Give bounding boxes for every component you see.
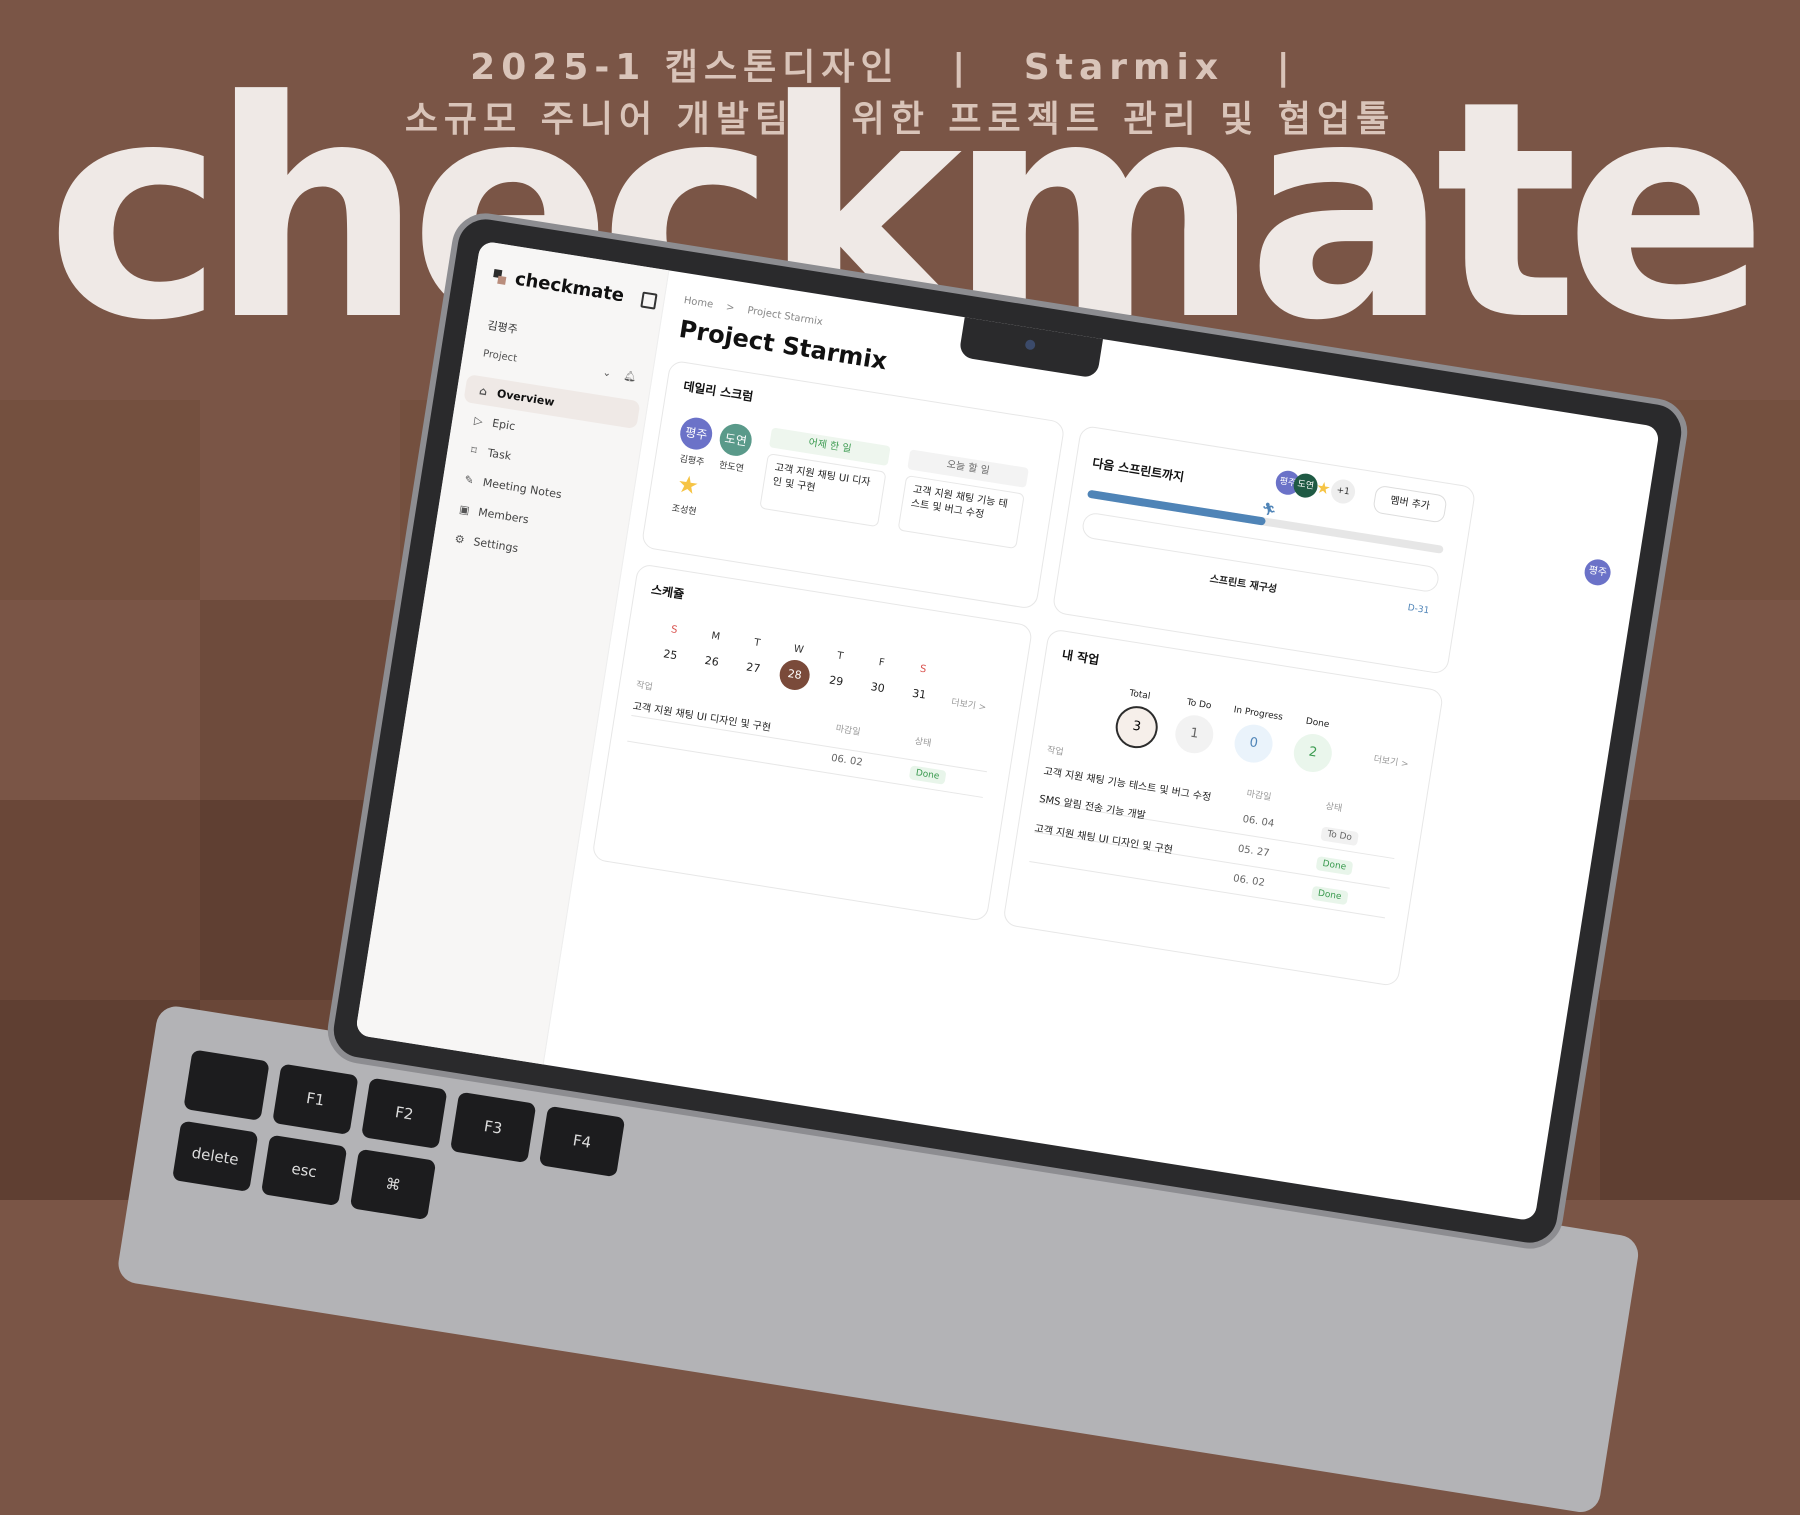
project-header: Project ⌄ 🔔︎ (482, 348, 637, 383)
dday-label: D-31 (1406, 603, 1430, 617)
col-status: 상태 (1324, 801, 1343, 815)
calendar-date[interactable]: 25 (653, 638, 687, 672)
status-badge: Done (1310, 885, 1349, 906)
more-link[interactable]: 더보기 > (950, 695, 987, 713)
status-badge: Done (908, 765, 947, 785)
avatar[interactable]: 평주 (1582, 557, 1613, 588)
checkmate-logo-icon (492, 268, 508, 285)
key: F4 (538, 1105, 626, 1178)
weekday: S (670, 624, 679, 637)
sidebar-item-label: Epic (491, 416, 517, 433)
sidebar-item-label: Overview (496, 386, 556, 409)
stat-total[interactable]: 3 (1112, 703, 1161, 752)
col-due: 마감일 (1245, 789, 1272, 803)
my-work-card: 내 작업 더보기 > Total 3 To Do 1 In Progress 0… (1002, 628, 1445, 988)
col-task: 작업 (635, 680, 654, 693)
key: F2 (361, 1077, 448, 1150)
calendar-date[interactable]: 27 (736, 651, 770, 685)
mywork-due: 06. 04 (1241, 813, 1275, 830)
member-name: 조성현 (670, 503, 698, 518)
more-link[interactable]: 더보기 > (1373, 752, 1410, 770)
sidebar-item-label: Task (486, 445, 513, 463)
schedule-due: 06. 02 (830, 752, 864, 769)
add-member-button[interactable]: 멤버 추가 (1372, 484, 1448, 524)
sprint-card: 다음 스프린트까지 평주 도연 ★ +1 멤버 추가 🏃︎ 스프린트 재구성 D… (1051, 424, 1477, 675)
note-icon: ✎ (463, 472, 475, 487)
stat-in-progress[interactable]: 0 (1231, 721, 1276, 766)
daily-scrum-card: 데일리 스크럼 평주 김평주 도연 한도연 ★ 조성현 어제 한 일 고객 지원… (640, 359, 1066, 610)
key: delete (172, 1120, 259, 1193)
main-content: Home > Project Starmix Project Starmix 평… (543, 270, 1660, 1221)
stat-done[interactable]: 2 (1291, 731, 1335, 775)
key: F3 (449, 1091, 537, 1164)
mywork-title: 내 작업 (1061, 647, 1101, 668)
runner-icon: 🏃︎ (1260, 501, 1278, 518)
mywork-task[interactable]: 고객 지원 채팅 UI 디자인 및 구현 (1034, 820, 1174, 856)
calendar-date[interactable]: 26 (695, 645, 729, 679)
sidebar-item-label: Meeting Notes (482, 475, 563, 501)
weekday: T (753, 637, 762, 650)
avatar[interactable]: 도연 (717, 421, 755, 459)
members-icon: ▣ (458, 502, 471, 517)
stat-todo[interactable]: 1 (1172, 712, 1217, 756)
divider (631, 714, 987, 773)
bookmark-icon: ⌑ (470, 443, 478, 457)
sidebar-nav: ⌂ Overview ▷ Epic ⌑ Task ✎ Meeting Notes (440, 374, 641, 579)
col-status: 상태 (913, 736, 932, 750)
mywork-due: 06. 02 (1232, 873, 1266, 890)
breadcrumb-home[interactable]: Home (683, 295, 714, 310)
key (183, 1049, 270, 1121)
brand-name: checkmate (513, 268, 626, 307)
today-text: 고객 지원 채팅 기능 테스트 및 버그 수정 (897, 475, 1025, 550)
camera-icon (1024, 339, 1036, 351)
yesterday-text: 고객 지원 채팅 UI 디자인 및 구현 (759, 453, 887, 528)
key: esc (260, 1134, 348, 1207)
sprint-reset-label[interactable]: 스프린트 재구성 (1209, 570, 1278, 595)
col-due: 마감일 (834, 724, 862, 738)
chevron-down-icon[interactable]: ⌄ 🔔︎ (602, 367, 637, 383)
breadcrumb-separator: > (725, 301, 736, 314)
schedule-card: 스케쥴 S M T W T F S 25 26 27 28 29 30 31 더… (591, 563, 1034, 923)
laptop-screen: checkmate 김평주 Project ⌄ 🔔︎ ⌂ Overview ▷ (354, 240, 1661, 1222)
key: F1 (272, 1063, 359, 1135)
star-icon[interactable]: ★ (670, 467, 707, 504)
laptop-mockup: F1 F2 F3 F4 delete esc ⌘ checkmate 김평주 P… (115, 208, 1693, 1515)
weekday: W (792, 643, 805, 657)
play-icon: ▷ (473, 413, 484, 428)
avatar[interactable]: 평주 (677, 415, 715, 452)
schedule-title: 스케쥴 (650, 582, 686, 602)
mywork-task[interactable]: SMS 알림 전송 기능 개발 (1038, 790, 1147, 822)
sidebar-toggle-icon[interactable] (640, 291, 658, 310)
scrum-title: 데일리 스크럼 (682, 379, 755, 404)
weekday: S (919, 663, 928, 676)
calendar-date[interactable]: 31 (902, 678, 936, 712)
calendar-date[interactable]: 29 (819, 664, 853, 698)
sprint-title: 다음 스프린트까지 (1091, 456, 1185, 485)
weekday: F (877, 657, 886, 669)
project-label: Project (482, 348, 518, 365)
weekday: T (836, 650, 844, 663)
calendar-date-today[interactable]: 28 (777, 657, 812, 693)
gear-icon: ⚙ (453, 531, 466, 547)
member-name: 한도연 (718, 460, 745, 475)
mywork-due: 05. 27 (1237, 843, 1271, 860)
calendar-date[interactable]: 30 (860, 671, 894, 705)
brand[interactable]: checkmate (492, 265, 658, 312)
user-name[interactable]: 김평주 (486, 317, 519, 338)
sidebar-item-label: Members (477, 505, 530, 526)
status-badge: To Do (1320, 826, 1359, 847)
schedule-task[interactable]: 고객 지원 채팅 UI 디자인 및 구현 (632, 697, 772, 734)
col-task: 작업 (1046, 745, 1065, 758)
home-icon: ⌂ (478, 383, 489, 398)
breadcrumb-current: Project Starmix (746, 305, 824, 328)
status-badge: Done (1315, 856, 1354, 876)
key: ⌘ (349, 1148, 437, 1221)
sidebar-item-label: Settings (472, 534, 520, 555)
weekday: M (710, 630, 721, 643)
stat-label: Done (1305, 716, 1331, 731)
